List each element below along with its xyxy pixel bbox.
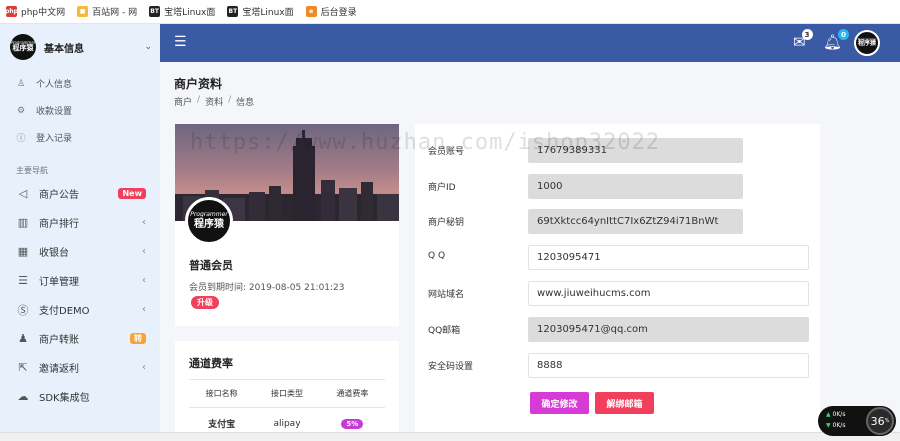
- user-icon: ♙: [16, 78, 26, 89]
- unbind-email-button[interactable]: 解绑邮箱: [595, 392, 654, 414]
- list-icon: ☰: [18, 274, 28, 287]
- sidebar-item-announcements[interactable]: ◁ 商户公告 New: [0, 179, 160, 208]
- breadcrumb-info: 信息: [236, 98, 255, 108]
- qq-field[interactable]: [528, 245, 809, 270]
- breadcrumb-merchant[interactable]: 商户: [174, 95, 192, 108]
- bookmark-baizhan[interactable]: ■ 百站网 - 网: [77, 5, 137, 18]
- main-content: 商户资料 商户 / 资料 / 信息 Programmer 程序猿 普通会员 会员…: [160, 62, 900, 441]
- bookmark-admin-login[interactable]: e 后台登录: [305, 5, 357, 18]
- network-speed-widget[interactable]: ▲ 0K/s ▼ 0K/s 36%: [818, 406, 896, 436]
- share-icon: ⇱: [18, 361, 28, 374]
- bar-chart-icon: ▥: [17, 216, 29, 229]
- new-badge: New: [118, 188, 146, 199]
- bell-icon[interactable]: 🔔︎ 0: [823, 29, 850, 51]
- domain-field[interactable]: [528, 281, 809, 306]
- mail-count-badge: 3: [801, 29, 813, 40]
- ie-icon: e: [305, 6, 317, 17]
- top-navbar: ☰ ✉ 3 🔔︎ 0 Programmer 程序猿: [160, 24, 900, 62]
- security-code-field[interactable]: [528, 353, 809, 378]
- chevron-left-icon: ‹: [142, 246, 146, 257]
- column-header: 接口名称: [189, 379, 255, 408]
- member-level: 普通会员: [189, 259, 233, 272]
- form-row-domain: 网站域名: [428, 281, 809, 306]
- channel-rate-card: 通道费率 接口名称 接口类型 通道费率 支付宝 alipay 5%: [175, 341, 399, 441]
- page-title: 商户资料: [174, 77, 223, 91]
- sidebar: Programmer 程序猿 基本信息 ⌄ ♙ 个人信息 ⚙ 收款设置 ⓘ 登入…: [0, 24, 160, 441]
- form-row-security-code: 安全码设置: [428, 353, 809, 378]
- sidebar-item-transfer[interactable]: ♟ 商户转账 转: [0, 324, 160, 353]
- form-row-qq: Q Q: [428, 245, 809, 270]
- sidebar-item-referral[interactable]: ⇱ 邀请返利 ‹: [0, 353, 160, 382]
- sidebar-item-cashier[interactable]: ▦ 收银台 ‹: [0, 237, 160, 266]
- rate-card-title: 通道费率: [189, 357, 233, 370]
- profile-card: Programmer 程序猿 普通会员 会员到期时间: 2019-08-05 2…: [175, 124, 399, 326]
- sidebar-item-ranking[interactable]: ▥ 商户排行 ‹: [0, 208, 160, 237]
- upload-speed: 0K/s: [832, 411, 846, 418]
- mail-icon[interactable]: ✉ 3: [793, 29, 813, 51]
- transfer-badge: 转: [130, 333, 146, 344]
- cloud-icon: ☁: [17, 390, 29, 403]
- breadcrumb-profile[interactable]: 资料: [205, 95, 223, 108]
- sidebar-item-login-records[interactable]: ⓘ 登入记录: [0, 124, 160, 151]
- download-arrow-icon: ▼: [826, 422, 831, 429]
- baota-icon: BT: [149, 6, 161, 17]
- baota-icon: BT: [227, 6, 239, 17]
- breadcrumb: 商户 / 资料 / 信息: [174, 95, 255, 108]
- coin-icon: Ⓢ: [17, 303, 29, 317]
- sidebar-item-sdk[interactable]: ☁ SDK集成包: [0, 382, 160, 411]
- bell-count-badge: 0: [838, 29, 850, 40]
- qq-email-field: [528, 317, 809, 342]
- column-header: 通道费率: [319, 379, 385, 408]
- logo: Programmer 程序猿: [10, 34, 36, 60]
- nav-section-label: 主要导航: [16, 166, 48, 175]
- sidebar-title: 基本信息: [44, 43, 84, 55]
- form-row-qq-email: QQ邮箱: [428, 317, 809, 342]
- bookmark-baota-2[interactable]: BT 宝塔Linux面: [227, 5, 294, 18]
- upload-arrow-icon: ▲: [826, 411, 831, 418]
- merchant-id-field: [528, 174, 743, 199]
- sidebar-item-personal-info[interactable]: ♙ 个人信息: [0, 70, 160, 97]
- chevron-down-icon: ⌄: [144, 42, 152, 52]
- rate-badge: 5%: [341, 418, 364, 429]
- profile-avatar: Programmer 程序猿: [185, 197, 233, 245]
- sidebar-header[interactable]: Programmer 程序猿 基本信息 ⌄: [0, 24, 160, 70]
- rate-table: 接口名称 接口类型 通道费率 支付宝 alipay 5%: [189, 379, 385, 440]
- merchant-form: 会员账号 商户ID 商户秘钥 Q Q 网站域名 QQ邮箱 安全码设置 确定修改 …: [415, 124, 820, 441]
- chevron-left-icon: ‹: [142, 275, 146, 286]
- sidebar-item-orders[interactable]: ☰ 订单管理 ‹: [0, 266, 160, 295]
- cpu-percent: 36%: [866, 407, 894, 435]
- form-row-account: 会员账号: [428, 138, 808, 163]
- browser-status-bar: [0, 432, 900, 441]
- sidebar-item-pay-demo[interactable]: Ⓢ 支付DEMO ‹: [0, 295, 160, 324]
- account-field: [528, 138, 743, 163]
- chevron-left-icon: ‹: [142, 362, 146, 373]
- chevron-left-icon: ‹: [142, 217, 146, 228]
- membership-expiry: 会员到期时间: 2019-08-05 21:01:23: [189, 283, 345, 293]
- form-row-merchant-id: 商户ID: [428, 174, 808, 199]
- bookmarks-bar: php php中文网 ■ 百站网 - 网 BT 宝塔Linux面 BT 宝塔Li…: [0, 0, 900, 24]
- users-icon: ♟: [18, 332, 28, 345]
- bookmark-baota-1[interactable]: BT 宝塔Linux面: [149, 5, 215, 18]
- column-header: 接口类型: [254, 379, 320, 408]
- info-icon: ⓘ: [16, 134, 26, 144]
- php-cn-icon: php: [5, 6, 18, 17]
- megaphone-icon: ◁: [18, 187, 28, 200]
- download-speed: 0K/s: [832, 422, 846, 429]
- baizhan-icon: ■: [77, 6, 89, 17]
- form-row-secret-key: 商户秘钥: [428, 209, 808, 234]
- grid-icon: ▦: [17, 245, 29, 258]
- bookmark-php-cn[interactable]: php php中文网: [5, 5, 65, 18]
- gear-icon: ⚙: [16, 105, 26, 116]
- user-avatar[interactable]: Programmer 程序猿: [854, 30, 880, 56]
- upgrade-button[interactable]: 升级: [191, 296, 219, 309]
- chevron-left-icon: ‹: [142, 304, 146, 315]
- secret-key-field: [528, 209, 743, 234]
- confirm-button[interactable]: 确定修改: [530, 392, 589, 414]
- menu-toggle-icon[interactable]: ☰: [174, 35, 187, 49]
- sidebar-item-payment-settings[interactable]: ⚙ 收款设置: [0, 97, 160, 124]
- table-header-row: 接口名称 接口类型 通道费率: [189, 379, 385, 408]
